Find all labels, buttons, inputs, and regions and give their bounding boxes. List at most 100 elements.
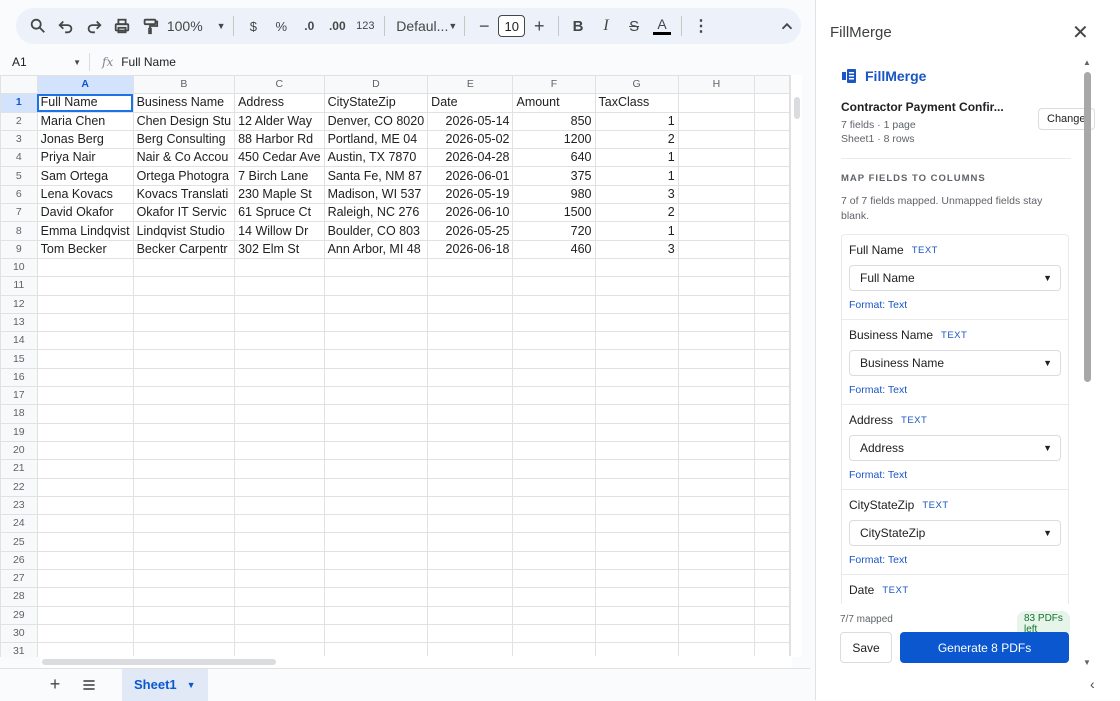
column-header[interactable] [754,75,790,95]
collapse-sidebar-icon[interactable]: ‹ [1090,676,1095,692]
cell[interactable] [427,495,514,516]
column-select[interactable]: Full Name ▼ [849,265,1061,291]
horizontal-scrollbar[interactable] [40,656,792,668]
cell[interactable] [132,605,236,625]
cell[interactable]: Becker Carpentr [132,239,236,259]
undo-icon[interactable] [52,12,80,40]
cell[interactable] [36,532,134,552]
cell[interactable] [512,422,596,442]
cell[interactable] [512,550,596,571]
select-all-corner[interactable] [0,75,38,95]
cell[interactable]: Amount [512,93,596,113]
cell[interactable] [754,514,790,534]
cell[interactable] [132,477,236,497]
cell[interactable]: Lindqvist Studio [132,221,236,241]
cell[interactable] [512,514,596,534]
cell[interactable] [677,440,756,461]
cell[interactable] [512,312,596,333]
cell[interactable] [427,532,514,552]
generate-pdfs-button[interactable]: Generate 8 PDFs [900,632,1069,663]
cell[interactable]: Portland, ME 04 [323,129,429,150]
cell[interactable]: Okafor IT Servic [132,203,236,223]
cell[interactable] [512,623,596,644]
cell[interactable] [754,532,790,552]
cell[interactable] [512,605,596,625]
cell[interactable] [594,587,679,607]
cell[interactable]: Nair & Co Accou [132,148,236,168]
zoom-select[interactable]: 100% ▼ [164,12,228,40]
cell[interactable] [754,367,790,388]
column-header[interactable]: B [132,75,236,95]
font-size-increase-icon[interactable]: + [525,12,553,40]
row-header[interactable]: 19 [0,422,38,442]
cell[interactable] [323,257,429,278]
cell[interactable] [234,514,325,534]
cell[interactable]: Austin, TX 7870 [323,148,429,168]
cell[interactable]: Boulder, CO 803 [323,221,429,241]
cell[interactable] [323,550,429,571]
cell[interactable] [754,569,790,589]
cell[interactable] [594,276,679,296]
cell[interactable] [427,404,514,424]
cell[interactable] [132,404,236,424]
cell[interactable] [234,257,325,278]
font-size-input[interactable]: 10 [498,15,526,37]
cell[interactable] [512,276,596,296]
cell[interactable] [754,349,790,369]
cell[interactable] [36,257,134,278]
cell[interactable] [234,349,325,369]
cell[interactable] [234,312,325,333]
cell[interactable]: 375 [512,166,596,186]
cell[interactable] [323,276,429,296]
formula-input[interactable]: Full Name [121,55,176,69]
increase-decimal-button[interactable]: .00 [323,12,351,40]
cell[interactable] [512,532,596,552]
cell[interactable]: Tom Becker [36,239,134,259]
cell[interactable] [677,148,756,168]
cell[interactable] [427,386,514,406]
row-header[interactable]: 9 [0,239,38,259]
cell[interactable]: 2 [594,203,679,223]
cell[interactable]: 302 Elm St [234,239,325,259]
cell[interactable] [677,221,756,241]
cell[interactable] [594,294,679,314]
cell[interactable] [323,477,429,497]
more-options-icon[interactable]: ⋮ [687,12,715,40]
cell[interactable]: 1 [594,221,679,241]
cell[interactable] [677,404,756,424]
cell[interactable]: Berg Consulting [132,129,236,150]
cell[interactable] [594,312,679,333]
cell[interactable]: Ortega Photogra [132,166,236,186]
cell[interactable] [234,642,325,657]
cell[interactable] [754,257,790,278]
cell[interactable] [512,440,596,461]
cell[interactable]: 2026-06-18 [427,239,514,259]
cell[interactable] [132,587,236,607]
cell[interactable]: 720 [512,221,596,241]
cell[interactable] [323,514,429,534]
cell[interactable] [512,331,596,351]
cell[interactable] [427,367,514,388]
cell[interactable] [427,514,514,534]
bold-icon[interactable]: B [564,12,592,40]
cell[interactable] [234,367,325,388]
cell[interactable]: 3 [594,184,679,205]
cell[interactable] [677,166,756,186]
cell[interactable] [36,569,134,589]
scroll-thumb[interactable] [42,659,276,665]
cell[interactable]: 1 [594,148,679,168]
cell[interactable]: 2026-06-01 [427,166,514,186]
cell[interactable] [754,440,790,461]
field-format-link[interactable]: Format: Text [849,554,1061,566]
cell[interactable] [754,148,790,168]
cell[interactable]: Kovacs Translati [132,184,236,205]
row-header[interactable]: 23 [0,495,38,516]
cell[interactable] [677,93,756,113]
column-header[interactable]: C [234,75,325,95]
cell[interactable]: 88 Harbor Rd [234,129,325,150]
cell[interactable] [427,477,514,497]
cell[interactable] [36,422,134,442]
cell[interactable] [677,514,756,534]
cell[interactable] [754,129,790,150]
sheet-tab[interactable]: Sheet1 ▼ [122,668,208,701]
